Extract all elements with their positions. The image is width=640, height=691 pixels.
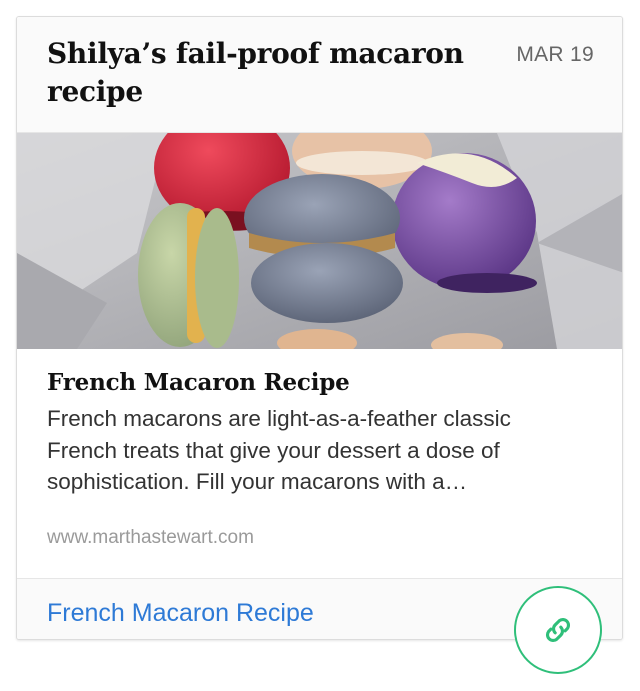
link-preview[interactable]: French Macaron Recipe French macarons ar… (17, 349, 622, 579)
footer-recipe-link[interactable]: French Macaron Recipe (47, 599, 314, 628)
post-card: Shilya’s fail-proof macaron recipe MAR 1… (16, 16, 623, 640)
macaron-photo[interactable] (17, 133, 622, 349)
link-preview-description: French macarons are light-as-a-feather c… (47, 406, 511, 494)
link-preview-title[interactable]: French Macaron Recipe (47, 367, 350, 399)
link-preview-domain: www.marthastewart.com (47, 527, 254, 548)
post-title: Shilya’s fail-proof macaron recipe (47, 37, 464, 108)
post-date: MAR 19 (516, 43, 594, 66)
copy-link-button[interactable] (514, 586, 602, 674)
card-header: Shilya’s fail-proof macaron recipe MAR 1… (17, 17, 622, 133)
link-icon (545, 617, 571, 643)
macaron-photo-image (17, 133, 622, 349)
